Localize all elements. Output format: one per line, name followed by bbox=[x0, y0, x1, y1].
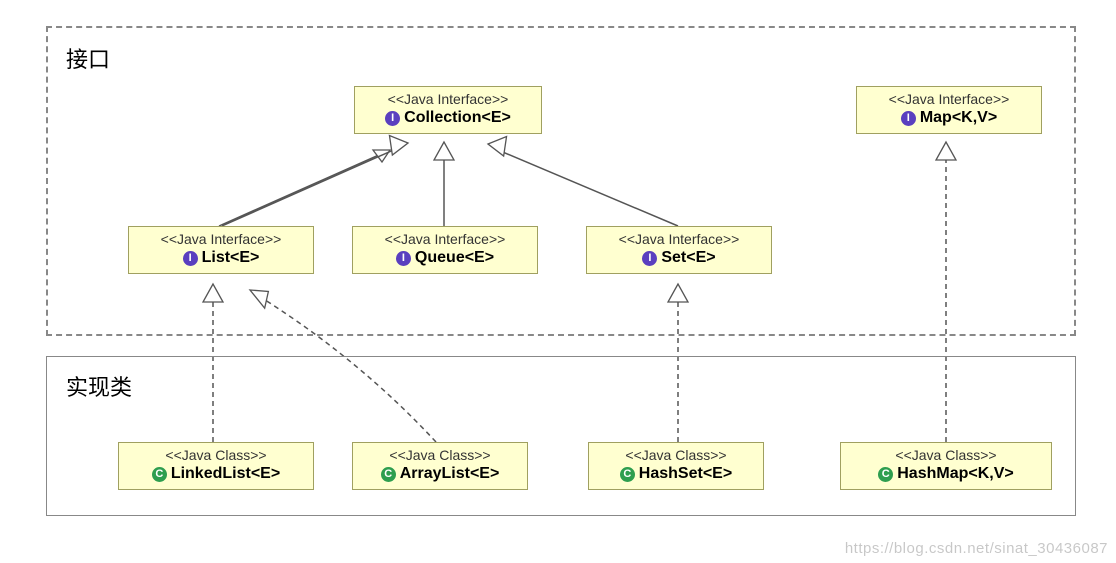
stereotype: <<Java Class>> bbox=[127, 447, 305, 463]
node-map: <<Java Interface>> I Map<K,V> bbox=[856, 86, 1042, 134]
node-name: ArrayList<E> bbox=[400, 465, 500, 483]
group-interfaces bbox=[46, 26, 1076, 336]
class-icon: C bbox=[620, 467, 635, 482]
node-name: List<E> bbox=[202, 249, 260, 267]
interface-icon: I bbox=[385, 111, 400, 126]
stereotype: <<Java Interface>> bbox=[137, 231, 305, 247]
interface-icon: I bbox=[183, 251, 198, 266]
node-arraylist: <<Java Class>> C ArrayList<E> bbox=[352, 442, 528, 490]
class-icon: C bbox=[381, 467, 396, 482]
node-name: Map<K,V> bbox=[920, 109, 997, 127]
node-set: <<Java Interface>> I Set<E> bbox=[586, 226, 772, 274]
node-hashset: <<Java Class>> C HashSet<E> bbox=[588, 442, 764, 490]
interface-icon: I bbox=[642, 251, 657, 266]
class-icon: C bbox=[878, 467, 893, 482]
class-icon: C bbox=[152, 467, 167, 482]
stereotype: <<Java Class>> bbox=[849, 447, 1043, 463]
node-name: Collection<E> bbox=[404, 109, 511, 127]
node-list: <<Java Interface>> I List<E> bbox=[128, 226, 314, 274]
group-classes-label: 实现类 bbox=[66, 370, 132, 402]
stereotype: <<Java Interface>> bbox=[865, 91, 1033, 107]
stereotype: <<Java Interface>> bbox=[363, 91, 533, 107]
stereotype: <<Java Class>> bbox=[597, 447, 755, 463]
interface-icon: I bbox=[901, 111, 916, 126]
node-name: Queue<E> bbox=[415, 249, 494, 267]
node-linkedlist: <<Java Class>> C LinkedList<E> bbox=[118, 442, 314, 490]
node-name: Set<E> bbox=[661, 249, 715, 267]
node-name: HashMap<K,V> bbox=[897, 465, 1013, 483]
uml-diagram: 接口 实现类 <<Java Interface>> I Collection<E… bbox=[0, 0, 1116, 563]
interface-icon: I bbox=[396, 251, 411, 266]
stereotype: <<Java Class>> bbox=[361, 447, 519, 463]
node-queue: <<Java Interface>> I Queue<E> bbox=[352, 226, 538, 274]
stereotype: <<Java Interface>> bbox=[595, 231, 763, 247]
watermark: https://blog.csdn.net/sinat_30436087 bbox=[845, 540, 1108, 557]
group-classes bbox=[46, 356, 1076, 516]
group-interfaces-label: 接口 bbox=[66, 42, 110, 74]
node-name: LinkedList<E> bbox=[171, 465, 280, 483]
node-collection: <<Java Interface>> I Collection<E> bbox=[354, 86, 542, 134]
stereotype: <<Java Interface>> bbox=[361, 231, 529, 247]
node-hashmap: <<Java Class>> C HashMap<K,V> bbox=[840, 442, 1052, 490]
node-name: HashSet<E> bbox=[639, 465, 732, 483]
